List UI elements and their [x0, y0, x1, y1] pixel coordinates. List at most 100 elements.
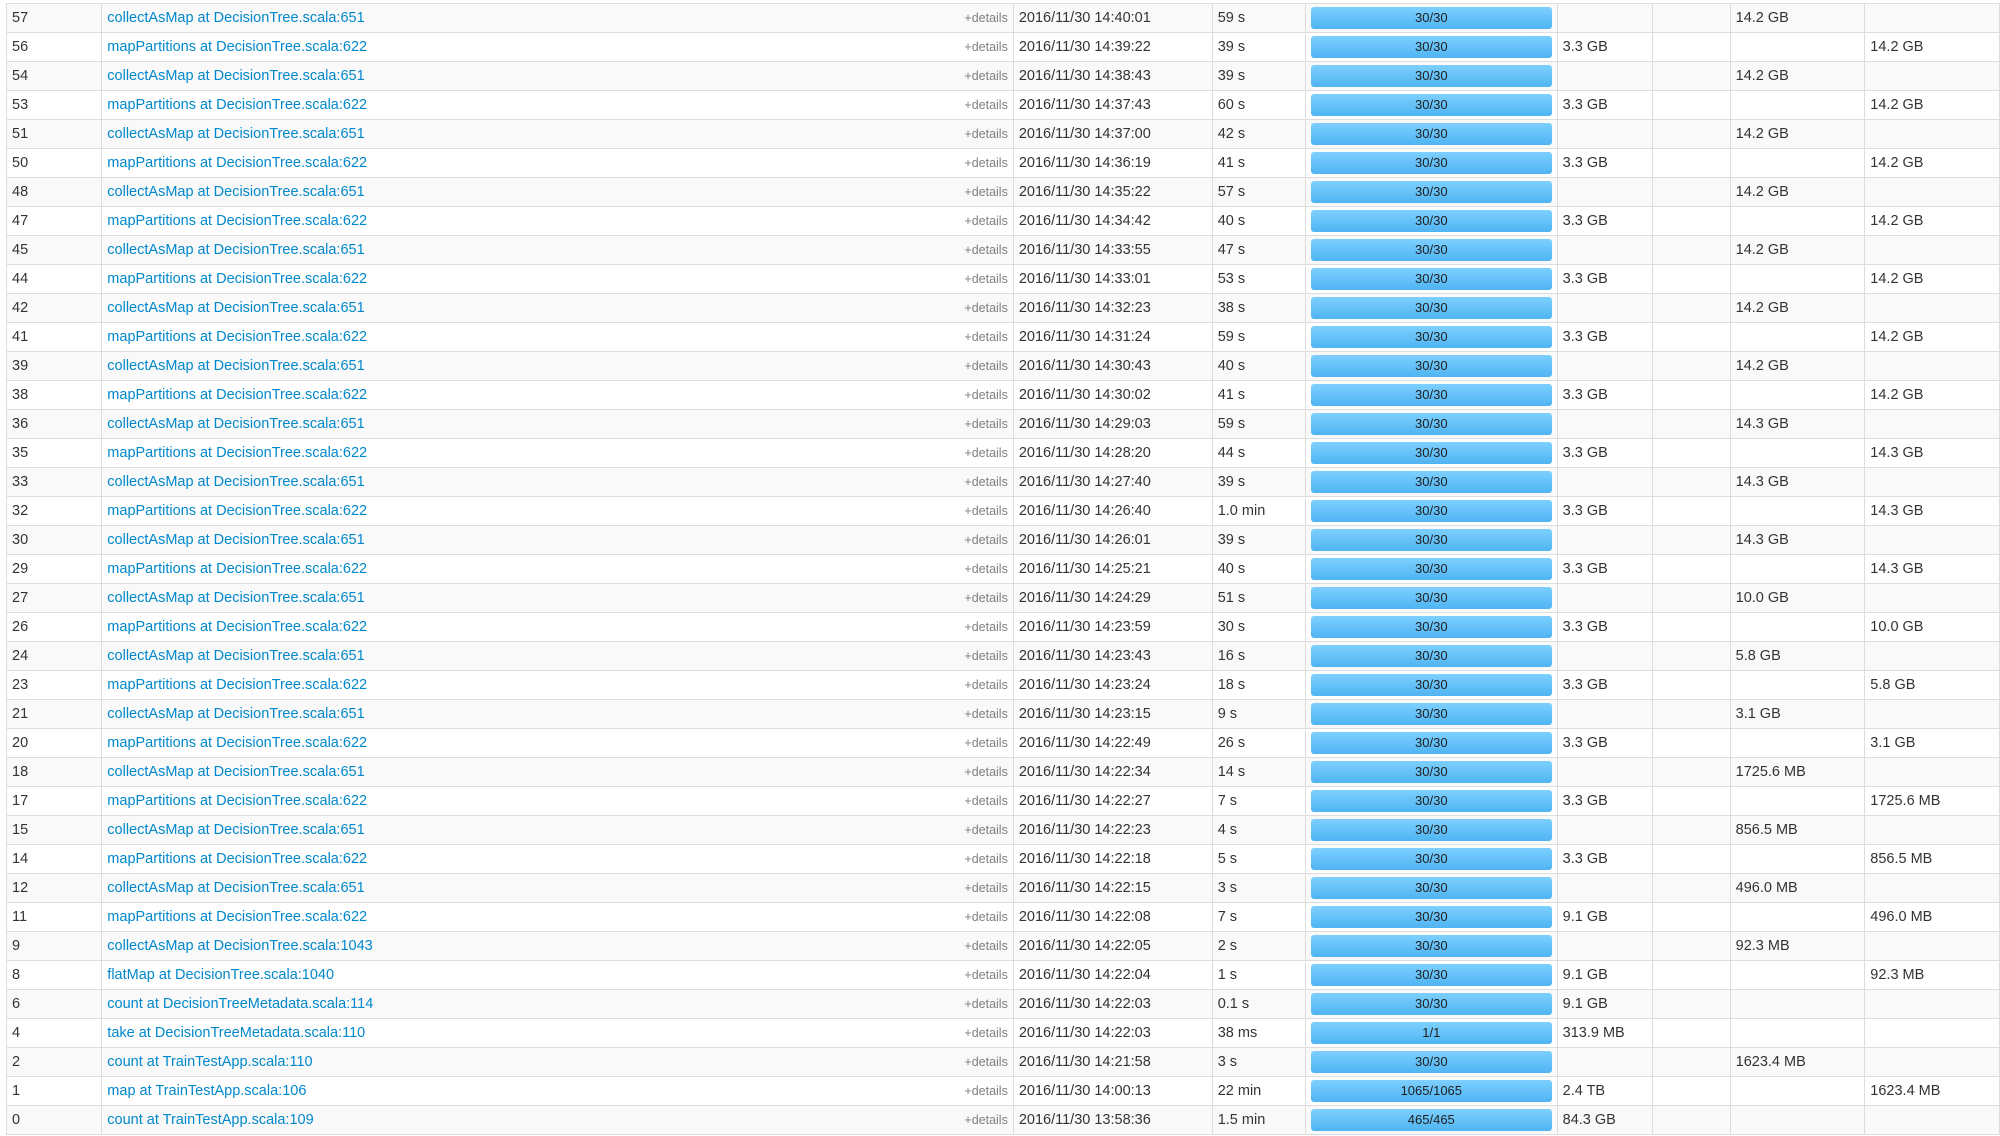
- stage-id-cell: 11: [5, 902, 103, 932]
- details-toggle[interactable]: +details: [964, 939, 1007, 953]
- submitted-time: 2016/11/30 14:22:03: [1018, 996, 1151, 1012]
- details-toggle[interactable]: +details: [964, 620, 1007, 634]
- details-toggle[interactable]: +details: [964, 765, 1007, 779]
- description-cell: collectAsMap at DecisionTree.scala:651 +…: [101, 467, 1014, 497]
- details-toggle[interactable]: +details: [964, 243, 1007, 257]
- stage-description-link[interactable]: mapPartitions at DecisionTree.scala:622: [107, 271, 367, 287]
- stage-description-link[interactable]: mapPartitions at DecisionTree.scala:622: [107, 793, 367, 809]
- tasks-cell: 30/30: [1304, 670, 1558, 700]
- stage-description-link[interactable]: mapPartitions at DecisionTree.scala:622: [107, 909, 367, 925]
- stage-description-link[interactable]: mapPartitions at DecisionTree.scala:622: [107, 155, 367, 171]
- output-cell: [1651, 1047, 1731, 1077]
- stage-description-link[interactable]: collectAsMap at DecisionTree.scala:651: [107, 126, 364, 142]
- description-cell: collectAsMap at DecisionTree.scala:651 +…: [101, 641, 1014, 671]
- stage-description-link[interactable]: collectAsMap at DecisionTree.scala:651: [107, 300, 364, 316]
- details-toggle[interactable]: +details: [964, 533, 1007, 547]
- stage-description-link[interactable]: collectAsMap at DecisionTree.scala:651: [107, 880, 364, 896]
- submitted-cell: 2016/11/30 14:39:22: [1012, 32, 1213, 62]
- details-toggle[interactable]: +details: [964, 968, 1007, 982]
- stage-description-link[interactable]: collectAsMap at DecisionTree.scala:651: [107, 358, 364, 374]
- details-toggle[interactable]: +details: [964, 823, 1007, 837]
- table-row: 30 collectAsMap at DecisionTree.scala:65…: [5, 525, 2000, 555]
- description-cell: collectAsMap at DecisionTree.scala:651 +…: [101, 351, 1014, 381]
- details-toggle[interactable]: +details: [964, 417, 1007, 431]
- details-toggle[interactable]: +details: [964, 1113, 1007, 1127]
- shuffle-read-cell: [1729, 496, 1866, 526]
- details-toggle[interactable]: +details: [964, 359, 1007, 373]
- stage-description-link[interactable]: collectAsMap at DecisionTree.scala:651: [107, 416, 364, 432]
- details-toggle[interactable]: +details: [964, 794, 1007, 808]
- submitted-time: 2016/11/30 14:35:22: [1018, 184, 1151, 200]
- details-toggle[interactable]: +details: [964, 185, 1007, 199]
- stage-description-link[interactable]: collectAsMap at DecisionTree.scala:651: [107, 184, 364, 200]
- details-toggle[interactable]: +details: [964, 69, 1007, 83]
- stage-description-link[interactable]: mapPartitions at DecisionTree.scala:622: [107, 503, 367, 519]
- details-toggle[interactable]: +details: [964, 910, 1007, 924]
- output-cell: [1651, 583, 1731, 613]
- details-toggle[interactable]: +details: [964, 1055, 1007, 1069]
- details-toggle[interactable]: +details: [964, 475, 1007, 489]
- stage-description-link[interactable]: mapPartitions at DecisionTree.scala:622: [107, 213, 367, 229]
- stage-description-link[interactable]: collectAsMap at DecisionTree.scala:1043: [107, 938, 372, 954]
- details-toggle[interactable]: +details: [964, 707, 1007, 721]
- details-toggle[interactable]: +details: [964, 214, 1007, 228]
- stage-description-link[interactable]: mapPartitions at DecisionTree.scala:622: [107, 735, 367, 751]
- stage-description-link[interactable]: mapPartitions at DecisionTree.scala:622: [107, 851, 367, 867]
- details-toggle[interactable]: +details: [964, 11, 1007, 25]
- stage-description-link[interactable]: mapPartitions at DecisionTree.scala:622: [107, 561, 367, 577]
- details-toggle[interactable]: +details: [964, 504, 1007, 518]
- details-toggle[interactable]: +details: [964, 1084, 1007, 1098]
- submitted-time: 2016/11/30 14:26:01: [1018, 532, 1151, 548]
- details-toggle[interactable]: +details: [964, 997, 1007, 1011]
- input-cell: [1556, 235, 1653, 265]
- stage-description-link[interactable]: mapPartitions at DecisionTree.scala:622: [107, 329, 367, 345]
- details-toggle[interactable]: +details: [964, 40, 1007, 54]
- details-toggle[interactable]: +details: [964, 678, 1007, 692]
- stage-description-link[interactable]: count at TrainTestApp.scala:109: [107, 1112, 313, 1128]
- details-toggle[interactable]: +details: [964, 446, 1007, 460]
- duration-cell: 0.1 s: [1211, 989, 1306, 1019]
- details-toggle[interactable]: +details: [964, 156, 1007, 170]
- details-toggle[interactable]: +details: [964, 649, 1007, 663]
- details-toggle[interactable]: +details: [964, 127, 1007, 141]
- details-toggle[interactable]: +details: [964, 881, 1007, 895]
- stage-description-link[interactable]: take at DecisionTreeMetadata.scala:110: [107, 1025, 365, 1041]
- stage-description-link[interactable]: collectAsMap at DecisionTree.scala:651: [107, 68, 364, 84]
- details-toggle[interactable]: +details: [964, 388, 1007, 402]
- stage-description-link[interactable]: map at TrainTestApp.scala:106: [107, 1083, 306, 1099]
- stage-description-link[interactable]: collectAsMap at DecisionTree.scala:651: [107, 590, 364, 606]
- tasks-succeeded-total: 30/30: [1415, 996, 1448, 1011]
- details-toggle[interactable]: +details: [964, 562, 1007, 576]
- shuffle-write-size: 856.5 MB: [1870, 851, 1933, 867]
- stage-description-link[interactable]: collectAsMap at DecisionTree.scala:651: [107, 822, 364, 838]
- details-toggle[interactable]: +details: [964, 272, 1007, 286]
- stage-description-link[interactable]: count at TrainTestApp.scala:110: [107, 1054, 312, 1070]
- details-toggle[interactable]: +details: [964, 736, 1007, 750]
- stage-description-link[interactable]: collectAsMap at DecisionTree.scala:651: [107, 764, 364, 780]
- stage-description-link[interactable]: mapPartitions at DecisionTree.scala:622: [107, 677, 367, 693]
- stage-description-link[interactable]: mapPartitions at DecisionTree.scala:622: [107, 97, 367, 113]
- description-cell: collectAsMap at DecisionTree.scala:651 +…: [101, 873, 1014, 903]
- stage-description-link[interactable]: collectAsMap at DecisionTree.scala:651: [107, 648, 364, 664]
- stage-description-link[interactable]: mapPartitions at DecisionTree.scala:622: [107, 619, 367, 635]
- stage-description-link[interactable]: mapPartitions at DecisionTree.scala:622: [107, 39, 367, 55]
- stage-description-link[interactable]: flatMap at DecisionTree.scala:1040: [107, 967, 334, 983]
- stage-description-link[interactable]: collectAsMap at DecisionTree.scala:651: [107, 474, 364, 490]
- stage-description-link[interactable]: mapPartitions at DecisionTree.scala:622: [107, 445, 367, 461]
- stage-description-link[interactable]: count at DecisionTreeMetadata.scala:114: [107, 996, 373, 1012]
- submitted-cell: 2016/11/30 14:00:13: [1012, 1076, 1213, 1106]
- details-toggle[interactable]: +details: [964, 98, 1007, 112]
- duration: 18 s: [1217, 677, 1246, 693]
- stage-description-link[interactable]: collectAsMap at DecisionTree.scala:651: [107, 10, 364, 26]
- stage-description-link[interactable]: collectAsMap at DecisionTree.scala:651: [107, 706, 364, 722]
- details-toggle[interactable]: +details: [964, 852, 1007, 866]
- details-toggle[interactable]: +details: [964, 591, 1007, 605]
- details-toggle[interactable]: +details: [964, 1026, 1007, 1040]
- tasks-succeeded-total: 30/30: [1415, 938, 1448, 953]
- details-toggle[interactable]: +details: [964, 301, 1007, 315]
- shuffle-read-cell: 14.2 GB: [1729, 293, 1866, 323]
- details-toggle[interactable]: +details: [964, 330, 1007, 344]
- stage-description-link[interactable]: collectAsMap at DecisionTree.scala:651: [107, 532, 364, 548]
- stage-description-link[interactable]: collectAsMap at DecisionTree.scala:651: [107, 242, 364, 258]
- stage-description-link[interactable]: mapPartitions at DecisionTree.scala:622: [107, 387, 367, 403]
